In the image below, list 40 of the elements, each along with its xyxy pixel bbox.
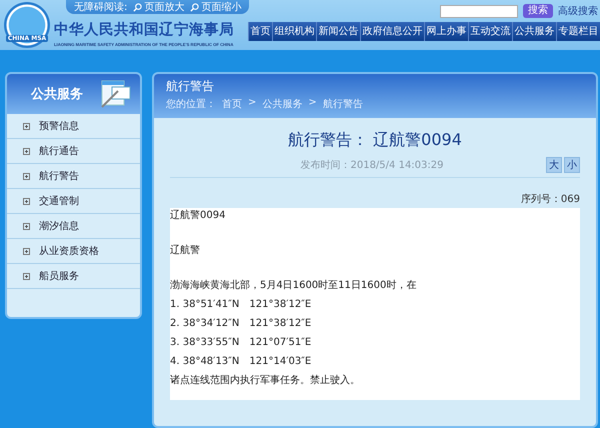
nav-link[interactable]: 组织机构 bbox=[272, 22, 316, 41]
sidebar-title: 公共服务 bbox=[31, 86, 83, 103]
nav-link[interactable]: 政府信息公开 bbox=[360, 22, 424, 41]
article-line: 诸点连线范围内执行军事任务。禁止驶入。 bbox=[170, 375, 361, 387]
advanced-search-link[interactable]: 高级搜索 bbox=[558, 4, 598, 18]
font-size-button[interactable]: 小 bbox=[564, 157, 580, 173]
article-line: 辽航警 bbox=[170, 245, 201, 257]
nav-link[interactable]: 专题栏目 bbox=[556, 22, 600, 41]
article-line: 辽航警0094 bbox=[170, 210, 226, 222]
magnifier-icon bbox=[190, 2, 200, 12]
site-title: 中华人民共和国辽宁海事局 bbox=[54, 20, 234, 40]
font-size-button[interactable]: 大 bbox=[546, 157, 562, 173]
article-line: 4. 38°48′13″N 121°14′03″E bbox=[170, 356, 312, 368]
sidebar-item[interactable]: 船员服务 bbox=[7, 264, 140, 289]
nav-link[interactable]: 网上办事 bbox=[424, 22, 468, 41]
sidebar-item[interactable]: 预警信息 bbox=[7, 114, 140, 139]
section-title: 航行警告 bbox=[166, 78, 215, 95]
nav-link[interactable]: 首页 bbox=[248, 22, 272, 41]
nav-link[interactable]: 公共服务 bbox=[512, 22, 556, 41]
article-line: 3. 38°33′55″N 121°07′51″E bbox=[170, 337, 312, 349]
search-field[interactable] bbox=[440, 4, 518, 18]
nav-link[interactable]: 互动交流 bbox=[468, 22, 512, 41]
article-title: 航行警告： 辽航警0094 bbox=[287, 130, 463, 151]
article-line: 渤海海峡黄海北部，5月4日1600时至11日1600时，在 bbox=[170, 280, 418, 292]
publish-time: 发布时间：2018/5/4 14:03:29 bbox=[299, 158, 444, 172]
magnifier-icon bbox=[133, 2, 142, 12]
sidebar-item[interactable]: 交通管制 bbox=[7, 189, 140, 214]
article-line: 1. 38°51′41″N 121°38′12″E bbox=[170, 299, 312, 311]
nav-link[interactable]: 新闻公告 bbox=[316, 22, 360, 41]
sidebar-item[interactable]: 潮汐信息 bbox=[7, 214, 140, 239]
breadcrumb-item: > bbox=[308, 97, 317, 110]
sidebar-item[interactable]: 从业资质资格 bbox=[7, 239, 140, 264]
breadcrumb-item: 您的位置： bbox=[166, 98, 216, 111]
sidebar-item[interactable]: 航行通告 bbox=[7, 139, 140, 164]
breadcrumb-item: > bbox=[248, 97, 256, 110]
search-button[interactable]: 搜索 bbox=[523, 4, 553, 18]
serial-number: 序列号：069 bbox=[520, 192, 580, 206]
accessibility-label: 无障碍阅读: bbox=[74, 0, 128, 14]
article-line: 2. 38°34′12″N 121°38′12″E bbox=[170, 318, 312, 330]
sidebar-item[interactable]: 航行警告 bbox=[7, 164, 140, 189]
